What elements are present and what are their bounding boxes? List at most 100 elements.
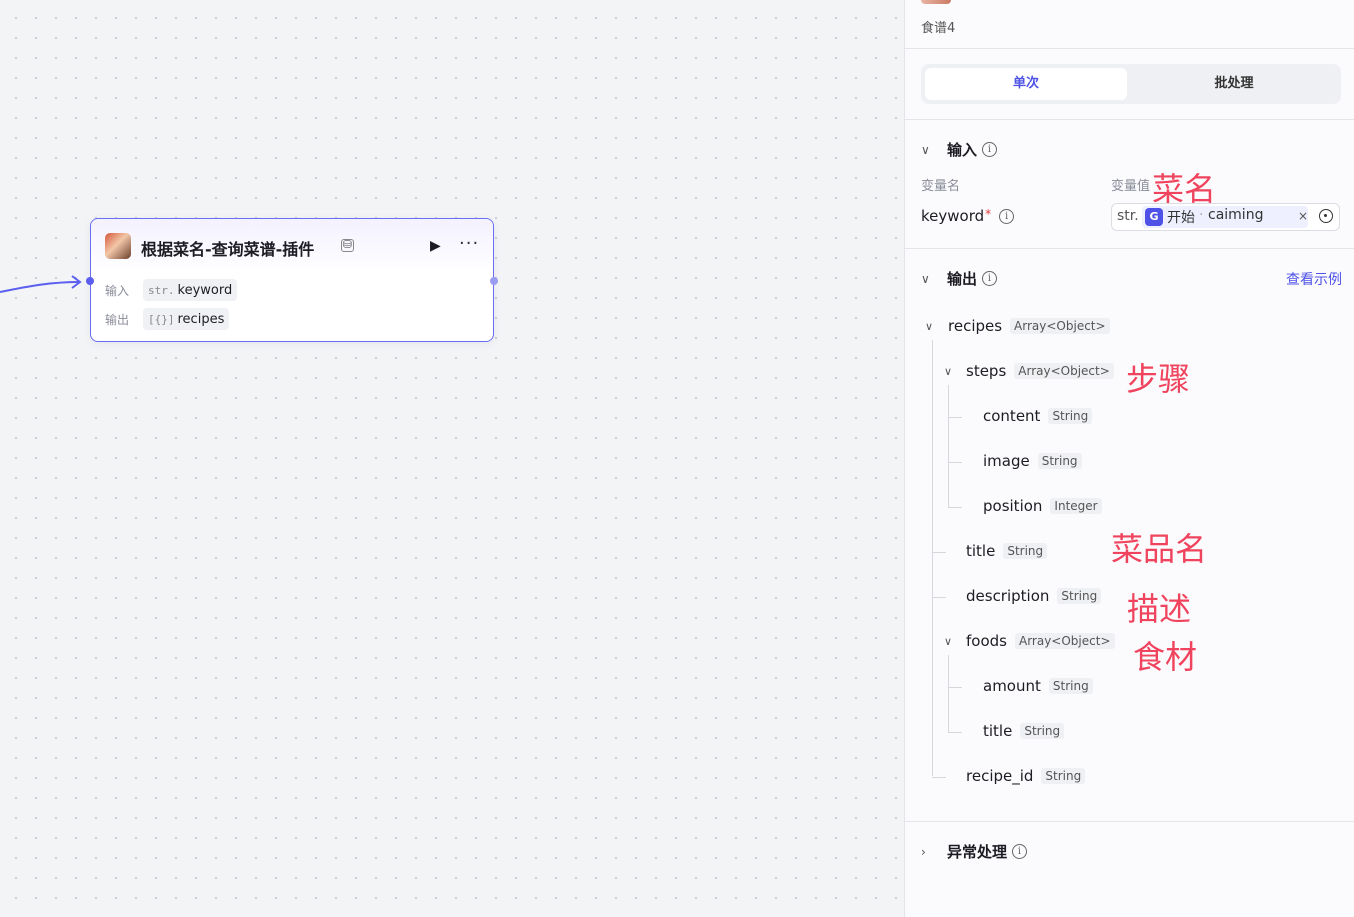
tree-item-title[interactable]: title String <box>966 542 1048 560</box>
field-name: title <box>966 542 996 560</box>
node-input-row: 输入 str. keyword <box>105 279 238 301</box>
field-type: Array<Object> <box>1010 318 1110 334</box>
tab-batch[interactable]: 批处理 <box>1131 68 1337 100</box>
chevron-down-icon[interactable]: ∨ <box>925 320 933 333</box>
node-output-chip: [{}] recipes <box>143 308 230 330</box>
tree-connector <box>932 777 946 778</box>
panel-title: 食谱4 <box>921 21 956 36</box>
tree-connector <box>948 417 962 418</box>
info-icon[interactable]: i <box>982 271 998 286</box>
plugin-avatar <box>105 233 131 259</box>
field-name: foods <box>966 632 1007 650</box>
chevron-down-icon[interactable]: ∨ <box>944 635 952 648</box>
field-type: String <box>1041 768 1086 784</box>
field-name: steps <box>966 362 1007 380</box>
field-type: String <box>1037 453 1082 469</box>
tree-item-recipe-id[interactable]: recipe_id String <box>966 767 1086 785</box>
tree-connector <box>932 597 946 598</box>
input-heading: 输入 <box>947 141 978 159</box>
panel-plugin-image <box>921 0 951 4</box>
tree-connector <box>932 552 946 553</box>
tree-item-content[interactable]: content String <box>983 407 1093 425</box>
info-icon[interactable]: i <box>1012 844 1028 859</box>
divider <box>905 248 1354 249</box>
column-var-value: 变量值 <box>1111 179 1151 194</box>
field-type: Array<Object> <box>1014 363 1114 379</box>
info-icon[interactable]: i <box>982 142 998 157</box>
node-output-row: 输出 [{}] recipes <box>105 308 230 330</box>
output-heading: 输出 <box>947 270 978 288</box>
node-output-value: recipes <box>177 311 225 327</box>
plugin-node[interactable]: 根据菜名-查询菜谱-插件 ⛁ ▶ ··· 输入 str. keyword 输出 … <box>86 218 498 342</box>
chevron-down-icon[interactable]: ∨ <box>921 272 937 286</box>
reference-source: 开始 <box>1167 210 1195 226</box>
connection-edge[interactable] <box>0 0 100 320</box>
clear-icon[interactable]: × <box>1298 209 1308 223</box>
reference-field: caiming <box>1208 207 1264 223</box>
field-name: description <box>966 587 1050 605</box>
chevron-down-icon[interactable]: ∨ <box>944 365 952 378</box>
output-section-header[interactable]: ∨ 输出 i <box>921 268 998 289</box>
field-type: String <box>1057 588 1102 604</box>
variable-value-field[interactable]: str. G 开始 · caiming × <box>1111 203 1340 231</box>
tree-item-steps[interactable]: steps Array<Object> <box>966 362 1114 380</box>
field-type: String <box>1020 723 1065 739</box>
tree-item-food-title[interactable]: title String <box>983 722 1065 740</box>
node-title: 根据菜名-查询菜谱-插件 <box>141 240 315 259</box>
view-example-link[interactable]: 查看示例 <box>1286 269 1342 289</box>
exception-section-header[interactable]: › 异常处理 i <box>921 841 1028 862</box>
annotation-steps: 步骤 <box>1126 360 1191 398</box>
divider <box>905 821 1354 822</box>
chevron-down-icon[interactable]: ∨ <box>921 143 937 157</box>
target-icon[interactable] <box>1319 209 1333 223</box>
node-config-panel: 食谱4 单次 批处理 ∨ 输入 i 变量名 变量值 keyword * i st… <box>904 0 1354 917</box>
annotation-description: 描述 <box>1127 590 1192 628</box>
annotation-ingredients: 食材 <box>1133 638 1198 676</box>
node-output-label: 输出 <box>105 312 130 327</box>
annotation-dish-name: 菜名 <box>1152 170 1217 208</box>
tree-connector <box>948 732 962 733</box>
tree-item-image[interactable]: image String <box>983 452 1082 470</box>
mode-switch: 单次 批处理 <box>921 64 1341 104</box>
more-icon[interactable]: ··· <box>459 233 479 254</box>
divider <box>905 48 1354 49</box>
field-name: title <box>983 722 1013 740</box>
array-type-icon: [{}] <box>148 312 175 326</box>
node-input-value: keyword <box>177 282 233 298</box>
string-type-icon: str. <box>148 283 175 297</box>
exception-heading: 异常处理 <box>947 843 1008 861</box>
input-section-header[interactable]: ∨ 输入 i <box>921 139 998 160</box>
field-name: image <box>983 452 1030 470</box>
tree-item-recipes[interactable]: recipes Array<Object> <box>948 317 1110 335</box>
run-icon[interactable]: ▶ <box>430 238 441 254</box>
tree-item-foods[interactable]: foods Array<Object> <box>966 632 1115 650</box>
field-type: String <box>1048 408 1093 424</box>
tree-item-description[interactable]: description String <box>966 587 1102 605</box>
param-keyword: keyword * i <box>921 207 1015 225</box>
field-name: content <box>983 407 1041 425</box>
tree-connector <box>948 687 962 688</box>
tab-single[interactable]: 单次 <box>925 68 1127 100</box>
tree-connector <box>948 507 962 508</box>
field-name: position <box>983 497 1043 515</box>
tree-item-amount[interactable]: amount String <box>983 677 1093 695</box>
tree-connector <box>948 462 962 463</box>
chevron-right-icon[interactable]: › <box>921 845 937 859</box>
tree-connector <box>948 385 949 507</box>
info-icon[interactable]: i <box>999 208 1015 224</box>
required-mark: * <box>985 207 992 221</box>
tree-connector <box>948 655 949 732</box>
field-name: recipe_id <box>966 767 1034 785</box>
output-port[interactable] <box>490 277 498 285</box>
field-type: Array<Object> <box>1014 633 1115 649</box>
column-var-name: 变量名 <box>921 179 961 194</box>
field-name: amount <box>983 677 1041 695</box>
start-node-icon: G <box>1145 208 1163 226</box>
field-type: Integer <box>1050 498 1102 514</box>
param-name: keyword <box>921 207 985 225</box>
annotation-dish-title: 菜品名 <box>1111 530 1208 568</box>
input-port[interactable] <box>86 277 94 285</box>
node-input-chip: str. keyword <box>143 279 238 301</box>
workflow-canvas[interactable]: 根据菜名-查询菜谱-插件 ⛁ ▶ ··· 输入 str. keyword 输出 … <box>0 0 904 917</box>
tree-item-position[interactable]: position Integer <box>983 497 1102 515</box>
